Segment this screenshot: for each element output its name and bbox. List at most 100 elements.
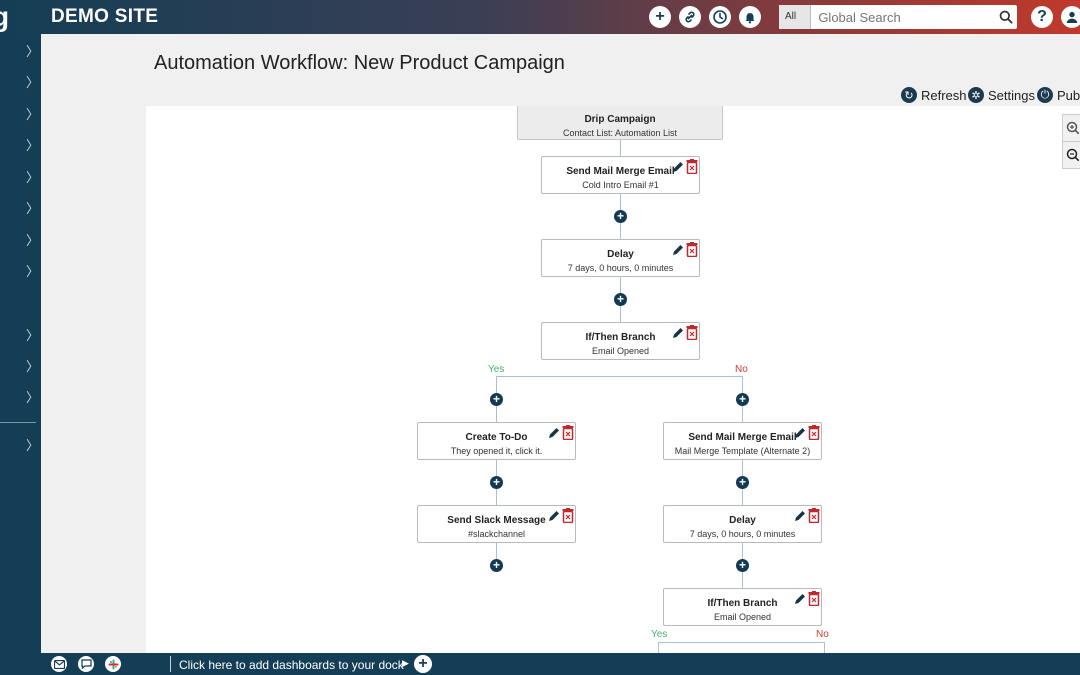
workflow-node[interactable]: If/Then Branch Email Opened bbox=[663, 588, 822, 626]
trash-icon[interactable] bbox=[808, 591, 820, 606]
refresh-icon: ↻ bbox=[901, 87, 917, 103]
add-dashboard-button[interactable]: + bbox=[414, 655, 432, 673]
connector-line bbox=[658, 642, 659, 653]
chevron-right-icon[interactable]: 〉 bbox=[26, 265, 39, 279]
trash-icon[interactable] bbox=[562, 425, 574, 440]
pencil-icon[interactable] bbox=[793, 509, 807, 523]
chevron-right-icon[interactable]: 〉 bbox=[26, 391, 39, 405]
settings-button[interactable]: ✲ Settings bbox=[968, 87, 1035, 103]
add-step-button[interactable]: + bbox=[614, 293, 627, 306]
dock-add-dashboards-link[interactable]: Click here to add dashboards to your doc… bbox=[179, 658, 404, 672]
chevron-right-icon[interactable]: 〉 bbox=[26, 45, 39, 59]
add-step-button[interactable]: + bbox=[490, 559, 503, 572]
branch-label-yes: Yes bbox=[651, 629, 668, 640]
refresh-button[interactable]: ↻ Refresh bbox=[901, 87, 967, 103]
workflow-canvas[interactable]: Drip Campaign Contact List: Automation L… bbox=[146, 106, 1080, 653]
node-subtitle: Mail Merge Template (Alternate 2) bbox=[674, 446, 811, 456]
workflow-node[interactable]: Send Mail Merge Email Mail Merge Templat… bbox=[663, 422, 822, 460]
gear-icon: ✲ bbox=[968, 87, 984, 103]
workflow-node[interactable]: Delay 7 days, 0 hours, 0 minutes bbox=[663, 505, 822, 543]
trash-icon[interactable] bbox=[562, 508, 574, 523]
pencil-icon[interactable] bbox=[793, 592, 807, 606]
node-subtitle: 7 days, 0 hours, 0 minutes bbox=[567, 263, 674, 273]
search-input[interactable] bbox=[811, 5, 995, 29]
zoom-out-icon[interactable] bbox=[1063, 142, 1080, 169]
refresh-label: Refresh bbox=[921, 87, 967, 103]
connector-line bbox=[496, 376, 743, 377]
branch-label-no: No bbox=[816, 629, 829, 640]
bottom-dock: Click here to add dashboards to your doc… bbox=[41, 653, 1080, 675]
node-title: Drip Campaign bbox=[584, 114, 656, 125]
logo[interactable]: g bbox=[0, 0, 40, 34]
power-icon: ⏻ bbox=[1037, 87, 1053, 103]
chevron-right-icon[interactable]: 〉 bbox=[26, 139, 39, 153]
sidebar-divider bbox=[0, 422, 36, 423]
chat-icon[interactable] bbox=[78, 656, 94, 672]
slack-icon[interactable] bbox=[105, 656, 121, 672]
search-icon[interactable] bbox=[994, 5, 1017, 29]
pencil-icon[interactable] bbox=[671, 326, 685, 340]
mail-icon[interactable] bbox=[51, 656, 67, 672]
workflow-node[interactable]: Create To-Do They opened it, click it. bbox=[417, 422, 576, 460]
pencil-icon[interactable] bbox=[671, 160, 685, 174]
node-subtitle: #slackchannel bbox=[467, 529, 526, 539]
trash-icon[interactable] bbox=[686, 159, 698, 174]
global-search: All bbox=[779, 5, 1017, 29]
trash-icon[interactable] bbox=[686, 325, 698, 340]
link-icon[interactable] bbox=[679, 6, 701, 28]
publish-button[interactable]: ⏻ Publ bbox=[1037, 87, 1080, 103]
plus-icon[interactable]: + bbox=[649, 6, 671, 28]
node-subtitle: Contact List: Automation List bbox=[562, 128, 678, 138]
publish-label: Publ bbox=[1057, 87, 1080, 103]
chevron-right-icon[interactable]: 〉 bbox=[26, 171, 39, 185]
node-subtitle: Cold Intro Email #1 bbox=[582, 180, 659, 190]
chevron-right-icon[interactable]: 〉 bbox=[26, 234, 39, 248]
trash-icon[interactable] bbox=[808, 508, 820, 523]
left-sidebar: 〉 〉 〉 〉 〉 〉 〉 〉 〉 〉 〉 〉 bbox=[0, 34, 41, 675]
zoom-in-icon[interactable] bbox=[1063, 115, 1080, 142]
branch-label-no: No bbox=[735, 364, 748, 375]
site-name[interactable]: DEMO SITE bbox=[51, 6, 158, 28]
trash-icon[interactable] bbox=[808, 425, 820, 440]
workflow-node[interactable]: Delay 7 days, 0 hours, 0 minutes bbox=[541, 239, 700, 277]
zoom-controls bbox=[1062, 114, 1080, 169]
add-step-button[interactable]: + bbox=[736, 476, 749, 489]
add-step-button[interactable]: + bbox=[490, 393, 503, 406]
dock-divider bbox=[170, 656, 171, 672]
add-step-button[interactable]: + bbox=[614, 210, 627, 223]
help-icon[interactable]: ? bbox=[1031, 6, 1053, 28]
pencil-icon[interactable] bbox=[671, 243, 685, 257]
connector-line bbox=[658, 642, 825, 643]
chevron-right-icon[interactable]: 〉 bbox=[26, 439, 39, 453]
chevron-right-icon[interactable]: 〉 bbox=[26, 360, 39, 374]
clock-icon[interactable] bbox=[709, 6, 731, 28]
workflow-trigger-node[interactable]: Drip Campaign Contact List: Automation L… bbox=[517, 106, 723, 140]
top-bar: g DEMO SITE + All ? bbox=[0, 0, 1080, 34]
pencil-icon[interactable] bbox=[547, 509, 561, 523]
workflow-node[interactable]: Send Slack Message #slackchannel bbox=[417, 505, 576, 543]
add-step-button[interactable]: + bbox=[736, 559, 749, 572]
pencil-icon[interactable] bbox=[793, 426, 807, 440]
pencil-icon[interactable] bbox=[547, 426, 561, 440]
caret-right-icon: ▶ bbox=[402, 658, 409, 668]
chevron-right-icon[interactable]: 〉 bbox=[26, 108, 39, 122]
trash-icon[interactable] bbox=[686, 242, 698, 257]
chevron-right-icon[interactable]: 〉 bbox=[26, 329, 39, 343]
node-subtitle: 7 days, 0 hours, 0 minutes bbox=[689, 529, 796, 539]
chevron-right-icon[interactable]: 〉 bbox=[26, 76, 39, 90]
page-title: Automation Workflow: New Product Campaig… bbox=[154, 52, 565, 74]
workflow-node[interactable]: If/Then Branch Email Opened bbox=[541, 322, 700, 360]
add-step-button[interactable]: + bbox=[490, 476, 503, 489]
workflow-node[interactable]: Send Mail Merge Email Cold Intro Email #… bbox=[541, 156, 700, 194]
node-subtitle: Email Opened bbox=[713, 612, 772, 622]
user-icon[interactable] bbox=[1061, 6, 1080, 28]
node-subtitle: They opened it, click it. bbox=[450, 446, 543, 456]
bell-icon[interactable] bbox=[739, 6, 761, 28]
add-step-button[interactable]: + bbox=[736, 393, 749, 406]
branch-label-yes: Yes bbox=[488, 364, 505, 375]
connector-line bbox=[824, 642, 825, 653]
settings-label: Settings bbox=[988, 87, 1035, 103]
node-subtitle: Email Opened bbox=[591, 346, 650, 356]
chevron-right-icon[interactable]: 〉 bbox=[26, 202, 39, 216]
search-scope-select[interactable]: All bbox=[779, 5, 812, 29]
